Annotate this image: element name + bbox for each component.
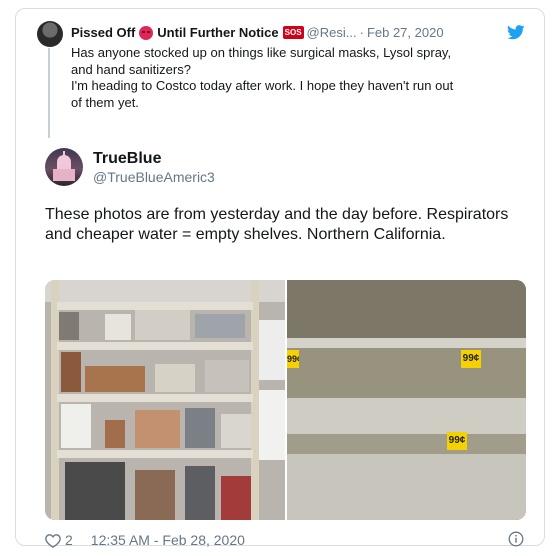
quoted-display-name[interactable]: Pissed Off	[71, 25, 135, 40]
shelves-photo-image	[45, 280, 285, 520]
twitter-bird-icon[interactable]	[507, 25, 525, 40]
quoted-text-line: Has anyone stocked up on things like sur…	[71, 45, 452, 60]
tweet-text: These photos are from yesterday and the …	[45, 206, 509, 243]
capitol-dome	[57, 155, 71, 169]
quoted-text-line: I'm heading to Costco today after work. …	[71, 78, 454, 93]
quoted-header: Pissed Off Until Further Notice SOS @Res…	[71, 25, 444, 40]
price-tag: 99¢	[461, 350, 481, 368]
tweet-footer: 2 12:35 AM - Feb 28, 2020	[45, 532, 245, 548]
empty-shelves-photo-image	[287, 280, 526, 520]
price-tag: 99¢	[447, 432, 467, 450]
sos-badge-icon: SOS	[282, 26, 304, 39]
photo-store-shelves[interactable]	[45, 280, 285, 520]
capitol-base	[53, 169, 75, 181]
quoted-avatar[interactable]	[37, 21, 63, 47]
like-count[interactable]: 2	[65, 532, 73, 548]
quoted-display-name-suffix[interactable]: Until Further Notice	[157, 25, 278, 40]
thread-connector	[48, 48, 50, 138]
quoted-date[interactable]: Feb 27, 2020	[367, 25, 444, 40]
author-display-name[interactable]: TrueBlue	[93, 150, 161, 168]
angry-face-icon	[139, 25, 154, 40]
quoted-tweet-text: Has anyone stocked up on things like sur…	[71, 45, 511, 111]
quoted-text-line: of them yet.	[71, 94, 139, 110]
quoted-text-line: and hand sanitizers?	[71, 61, 191, 77]
author-avatar[interactable]	[45, 148, 83, 186]
price-tag: 99¢	[287, 350, 299, 368]
heart-icon[interactable]	[45, 533, 61, 548]
info-icon[interactable]	[508, 531, 524, 547]
photo-empty-shelves[interactable]: 99¢ 99¢ 99¢	[287, 280, 526, 520]
tweet-timestamp[interactable]: 12:35 AM - Feb 28, 2020	[91, 532, 245, 548]
author-handle[interactable]: @TrueBlueAmeric3	[93, 169, 215, 185]
separator-dot: ·	[359, 25, 364, 40]
quoted-handle[interactable]: @Resi...	[307, 25, 357, 40]
